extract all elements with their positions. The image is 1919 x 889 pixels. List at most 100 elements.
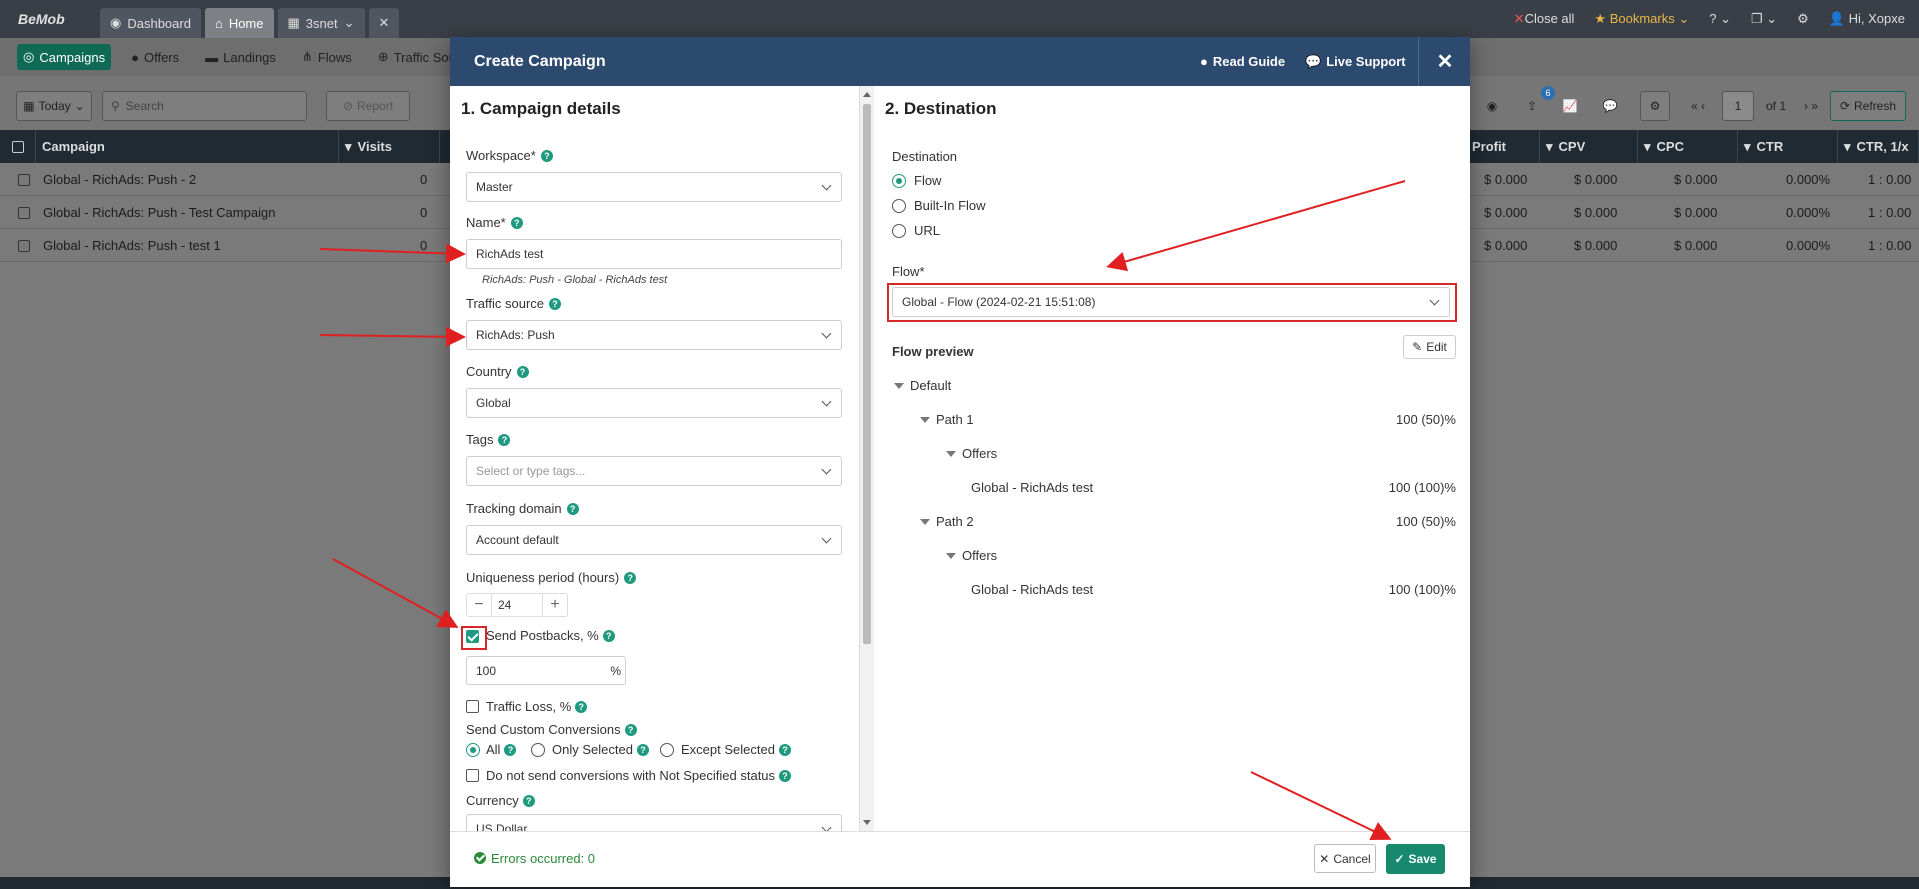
dest-flow-radio[interactable] xyxy=(892,174,906,188)
eye-icon[interactable]: ◉ xyxy=(1480,91,1504,121)
nav-flows[interactable]: ⋔ Flows xyxy=(296,44,358,70)
next-page-icons[interactable]: › » xyxy=(1794,91,1828,121)
currency-label: Currency? xyxy=(466,793,535,808)
tab-3snet[interactable]: ▦ 3snet ⌄ xyxy=(277,8,365,38)
dest-url-radio[interactable] xyxy=(892,224,906,238)
live-support-link[interactable]: 💬 Live Support xyxy=(1305,37,1406,86)
refresh-button[interactable]: ⟳ Refresh xyxy=(1830,91,1906,121)
help-icon[interactable]: ? xyxy=(636,743,649,756)
bemob-logo[interactable]: BeMob xyxy=(18,11,100,27)
help-icon[interactable]: ? xyxy=(778,743,791,756)
campaign-name[interactable]: Global - RichAds: Push - test 1 xyxy=(43,229,221,262)
bookmarks-button[interactable]: ★ Bookmarks ⌄ xyxy=(1594,11,1689,27)
tab-dashboard[interactable]: ◉ Dashboard xyxy=(100,8,201,38)
tree-node-offer[interactable]: Global - RichAds test xyxy=(971,582,1093,597)
dest-builtin-radio[interactable] xyxy=(892,199,906,213)
edit-flow-button[interactable]: ✎ Edit xyxy=(1403,335,1456,359)
caret-down-icon xyxy=(894,382,904,389)
scroll-thumb[interactable] xyxy=(863,104,871,644)
tree-node-offer[interactable]: Global - RichAds test xyxy=(971,480,1093,495)
not-specified-label: Do not send conversions with Not Specifi… xyxy=(486,768,792,783)
nav-offers[interactable]: ● Offers xyxy=(125,44,185,70)
conv-except-selected-radio[interactable] xyxy=(660,743,674,757)
user-menu[interactable]: 👤 Hi, Xopxe xyxy=(1829,11,1905,27)
help-icon[interactable]: ? xyxy=(549,297,562,310)
name-input[interactable]: RichAds test xyxy=(466,239,842,269)
notification-badge: 6 xyxy=(1541,86,1555,100)
windows-icon[interactable]: ❐ ⌄ xyxy=(1751,11,1777,27)
help-icon[interactable]: ? xyxy=(504,743,517,756)
help-icon[interactable]: ? xyxy=(779,769,792,782)
col-visits[interactable]: ▾ Visits xyxy=(339,130,440,163)
close-tab-button[interactable]: ✕ xyxy=(368,8,400,38)
select-all-checkbox[interactable] xyxy=(0,130,36,163)
help-icon[interactable]: ? xyxy=(540,149,553,162)
report-button[interactable]: ⊘ Report xyxy=(326,91,410,121)
row-checkbox[interactable] xyxy=(18,163,30,196)
campaign-name[interactable]: Global - RichAds: Push - Test Campaign xyxy=(43,196,275,229)
uniqueness-stepper[interactable]: − 24 + xyxy=(466,593,568,617)
row-checkbox[interactable] xyxy=(18,196,30,229)
annotation-highlight xyxy=(461,626,487,650)
scroll-up-icon[interactable] xyxy=(863,92,871,97)
chart-icon[interactable]: 📈 xyxy=(1558,91,1582,121)
not-specified-checkbox[interactable] xyxy=(466,769,479,782)
stepper-value[interactable]: 24 xyxy=(491,594,543,616)
tracking-domain-select[interactable]: Account default xyxy=(466,525,842,555)
date-range-button[interactable]: ▦ Today ⌄ xyxy=(16,91,92,121)
share-icon[interactable]: ⇪ xyxy=(1520,91,1544,121)
help-icon[interactable]: ? xyxy=(566,502,579,515)
prev-page-icons[interactable]: « ‹ xyxy=(1678,91,1718,121)
campaign-name[interactable]: Global - RichAds: Push - 2 xyxy=(43,163,196,196)
settings-button[interactable]: ⚙ xyxy=(1640,91,1670,121)
comment-icon[interactable]: 💬 xyxy=(1598,91,1622,121)
tree-node-offers[interactable]: Offers xyxy=(946,446,997,461)
gear-icon[interactable]: ⚙ xyxy=(1797,11,1809,27)
plus-icon[interactable]: + xyxy=(543,594,567,616)
help-icon[interactable]: ? xyxy=(624,723,637,736)
close-icon[interactable]: ✕ xyxy=(1430,37,1460,86)
help-icon[interactable]: ? xyxy=(510,216,523,229)
close-all-button[interactable]: ✕Close all xyxy=(1514,11,1575,27)
cancel-button[interactable]: ✕ Cancel xyxy=(1314,844,1376,873)
page-input[interactable]: 1 xyxy=(1722,91,1754,121)
caret-down-icon xyxy=(946,450,956,457)
traffic-loss-checkbox[interactable] xyxy=(466,700,479,713)
help-icon[interactable]: ? xyxy=(522,794,535,807)
col-ctr[interactable]: ▾ CTR xyxy=(1738,130,1838,163)
col-profit[interactable]: Profit xyxy=(1466,130,1540,163)
search-input[interactable]: ⚲ Search xyxy=(102,91,307,121)
postbacks-percent-input[interactable]: 100% xyxy=(466,656,626,685)
col-cpv[interactable]: ▾ CPV xyxy=(1540,130,1638,163)
live-support-label: Live Support xyxy=(1326,54,1406,69)
conv-all-radio[interactable] xyxy=(466,743,480,757)
col-campaign[interactable]: Campaign xyxy=(36,130,339,163)
tree-node-path2[interactable]: Path 2 xyxy=(920,514,974,529)
help-icon[interactable]: ? xyxy=(624,571,637,584)
left-pane-scrollbar[interactable] xyxy=(860,86,874,831)
nav-landings[interactable]: ▬ Landings xyxy=(199,44,282,70)
help-icon[interactable]: ? ⌄ xyxy=(1709,11,1731,27)
help-icon[interactable]: ? xyxy=(498,433,511,446)
row-checkbox[interactable] xyxy=(18,229,30,262)
col-cpc[interactable]: ▾ CPC xyxy=(1638,130,1738,163)
tags-select[interactable]: Select or type tags... xyxy=(466,456,842,486)
scroll-down-icon[interactable] xyxy=(863,820,871,825)
country-select[interactable]: Global xyxy=(466,388,842,418)
col-ctr-1x[interactable]: ▾ CTR, 1/x xyxy=(1838,130,1919,163)
tree-node-path1[interactable]: Path 1 xyxy=(920,412,974,427)
tab-home[interactable]: ⌂ Home xyxy=(204,8,274,38)
help-icon[interactable]: ? xyxy=(575,700,588,713)
tree-node-default[interactable]: Default xyxy=(894,378,951,393)
minus-icon[interactable]: − xyxy=(467,594,491,616)
nav-campaigns[interactable]: ◎ Campaigns xyxy=(17,44,112,70)
traffic-source-select[interactable]: RichAds: Push xyxy=(466,320,842,350)
currency-select[interactable]: US Dollar xyxy=(466,814,842,831)
tree-node-offers[interactable]: Offers xyxy=(946,548,997,563)
workspace-select[interactable]: Master xyxy=(466,172,842,202)
save-button[interactable]: ✓ Save xyxy=(1386,844,1445,874)
help-icon[interactable]: ? xyxy=(602,629,615,642)
help-icon[interactable]: ? xyxy=(516,365,529,378)
read-guide-link[interactable]: ● Read Guide xyxy=(1200,37,1285,86)
conv-only-selected-radio[interactable] xyxy=(531,743,545,757)
